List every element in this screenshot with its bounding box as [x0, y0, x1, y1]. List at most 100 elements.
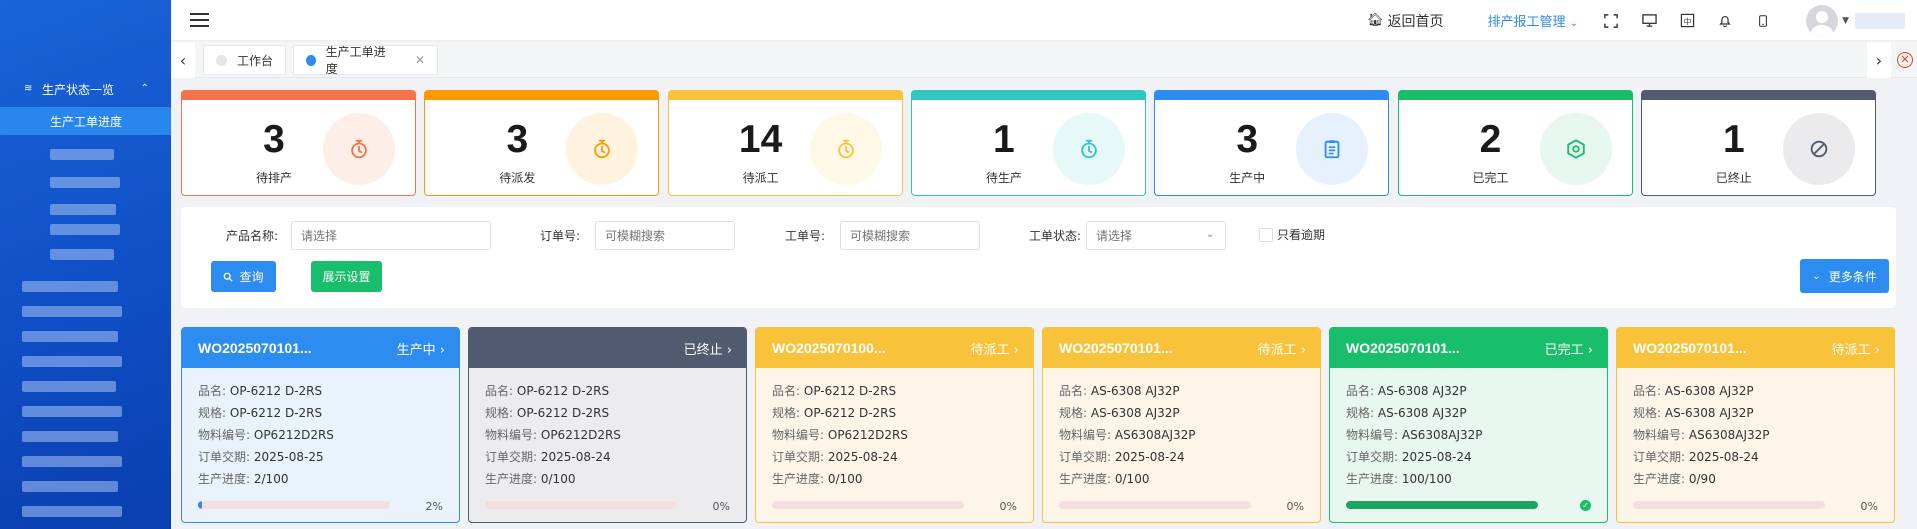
card-key: 品名: — [1346, 384, 1375, 398]
mobile-icon[interactable] — [1754, 12, 1772, 30]
card-header[interactable]: WO2025070101... 生产中 › — [182, 328, 459, 368]
stat-card[interactable]: 1 已终止 — [1640, 90, 1876, 196]
sidebar-item-obscured[interactable] — [22, 281, 118, 292]
sidebar-item-obscured[interactable] — [50, 204, 116, 215]
card-row-spec: 规格: AS-6308 AJ32P — [1633, 402, 1878, 424]
sidebar-item-obscured[interactable] — [22, 481, 118, 492]
caret-down-icon[interactable]: ▼ — [1842, 16, 1849, 26]
card-value: AS-6308 AJ32P — [1664, 384, 1754, 398]
stat-count: 2 — [1479, 118, 1502, 161]
tab-production-progress[interactable]: 生产工单进度 ✕ — [293, 45, 438, 76]
status-select[interactable] — [1086, 221, 1226, 250]
home-link[interactable]: 🏠︎ 返回首页 — [1367, 11, 1444, 31]
stat-label: 待排产 — [255, 171, 292, 185]
sidebar-group-label: 生产状态一览 — [42, 82, 115, 97]
sidebar-item-active[interactable]: 生产工单进度 — [0, 107, 171, 135]
work-order-card[interactable]: WO2025070101... 生产中 › 品名: OP-6212 D-2RS 规… — [181, 327, 460, 523]
tab-scroll-left-icon[interactable]: ‹ — [171, 42, 195, 78]
chevron-right-icon: › — [726, 342, 732, 358]
card-header[interactable]: WO2025070101... 待派工 › — [1617, 328, 1894, 368]
card-status[interactable]: 生产中 › — [397, 339, 445, 358]
sidebar-item-obscured[interactable] — [22, 456, 122, 467]
card-status-label: 待派工 — [970, 342, 1010, 358]
card-header[interactable]: WO2025070100... 待派工 › — [756, 328, 1033, 368]
tabs-bar: ‹ 工作台 生产工单进度 ✕ › ✕ — [171, 42, 1917, 78]
card-status[interactable]: 待派工 › — [1258, 339, 1306, 358]
sidebar-item-obscured[interactable] — [22, 431, 118, 442]
checkbox-box[interactable] — [1259, 227, 1273, 242]
stat-card[interactable]: 1 待生产 — [910, 90, 1146, 196]
more-conditions-label: 更多条件 — [1828, 269, 1877, 284]
work-order-number: WO2025070101... — [1346, 340, 1460, 356]
tab-workbench[interactable]: 工作台 — [203, 45, 286, 75]
sidebar-item-obscured[interactable] — [50, 149, 114, 160]
card-row-material: 物料编号: AS6308AJ32P — [1633, 424, 1878, 446]
more-conditions-button[interactable]: ⌄ 更多条件 — [1800, 259, 1889, 293]
sidebar-item-obscured[interactable] — [22, 356, 122, 367]
card-key: 规格: — [198, 406, 227, 420]
tab-scroll-right-icon[interactable]: › — [1867, 42, 1891, 78]
work-order-input[interactable] — [840, 221, 980, 250]
card-row-progress: 生产进度: 2/100 — [198, 468, 443, 490]
stat-card[interactable]: 3 待排产 — [181, 90, 416, 196]
card-value: OP6212D2RS — [253, 428, 334, 442]
product-select[interactable] — [291, 221, 491, 250]
sidebar-item-obscured[interactable] — [22, 506, 122, 517]
stat-card[interactable]: 3 待派发 — [424, 90, 660, 196]
card-status[interactable]: 待派工 › — [1832, 339, 1880, 358]
card-header[interactable]: WO2025070101... 已完工 › — [1330, 328, 1607, 368]
stat-label: 待派发 — [499, 171, 536, 185]
card-value: 0/100 — [540, 472, 576, 486]
card-row-spec: 规格: AS-6308 AJ32P — [1059, 402, 1304, 424]
card-row-progress: 生产进度: 100/100 — [1346, 468, 1591, 490]
sidebar-item-obscured[interactable] — [22, 381, 116, 392]
work-order-card[interactable]: 已终止 › 品名: OP-6212 D-2RS 规格: OP-6212 D-2RS… — [468, 327, 747, 523]
stat-card[interactable]: 3 生产中 — [1154, 90, 1390, 196]
order-input[interactable] — [595, 221, 735, 250]
card-status[interactable]: 已终止 › — [684, 339, 732, 358]
sidebar-item-obscured[interactable] — [22, 306, 122, 317]
monitor-icon[interactable] — [1640, 12, 1658, 30]
card-header[interactable]: 已终止 › — [469, 328, 746, 368]
card-row-name: 品名: AS-6308 AJ32P — [1059, 380, 1304, 402]
card-status[interactable]: 已完工 › — [1545, 339, 1593, 358]
chevron-right-icon: › — [439, 342, 445, 358]
sidebar-item-obscured[interactable] — [22, 406, 122, 417]
sidebar-group-production-status[interactable]: ≋ 生产状态一览 ⌃ — [0, 78, 171, 100]
card-status-label: 待派工 — [1257, 342, 1297, 358]
bell-icon[interactable] — [1716, 12, 1734, 30]
clipboard-icon — [1296, 113, 1369, 185]
card-status[interactable]: 待派工 › — [971, 339, 1019, 358]
sidebar-item-obscured[interactable] — [50, 249, 114, 260]
close-all-tabs-icon[interactable]: ✕ — [1897, 52, 1913, 68]
query-button-label: 查询 — [239, 270, 264, 284]
close-tab-icon[interactable]: ✕ — [415, 53, 425, 67]
work-order-card[interactable]: WO2025070100... 待派工 › 品名: OP-6212 D-2RS 规… — [755, 327, 1034, 523]
stat-label: 已终止 — [1715, 171, 1752, 185]
module-dropdown[interactable]: 排产报工管理 ⌄ — [1488, 11, 1579, 30]
work-order-card[interactable]: WO2025070101... 待派工 › 品名: AS-6308 AJ32P 规… — [1042, 327, 1321, 523]
query-button[interactable]: 查询 — [211, 261, 276, 292]
language-icon[interactable]: 中 — [1678, 12, 1696, 30]
avatar[interactable] — [1806, 4, 1839, 37]
progress-fill — [198, 501, 202, 509]
stopwatch-icon — [809, 113, 882, 185]
stopwatch-icon — [1052, 113, 1125, 185]
menu-toggle-icon[interactable] — [190, 13, 209, 27]
sidebar-item-obscured[interactable] — [50, 224, 120, 235]
display-settings-button[interactable]: 展示设置 — [311, 261, 382, 292]
card-body: 品名: OP-6212 D-2RS 规格: OP-6212 D-2RS 物料编号: … — [756, 368, 1033, 490]
fullscreen-icon[interactable] — [1602, 12, 1620, 30]
sidebar-item-obscured[interactable] — [22, 331, 118, 342]
card-header[interactable]: WO2025070101... 待派工 › — [1043, 328, 1320, 368]
user-name-obscured[interactable] — [1855, 12, 1905, 29]
sidebar-item-obscured[interactable] — [50, 177, 120, 188]
overdue-checkbox[interactable]: 只看逾期 — [1259, 226, 1325, 243]
progress-percent: 0% — [712, 500, 730, 513]
card-key: 物料编号: — [1633, 428, 1686, 442]
work-order-card[interactable]: WO2025070101... 待派工 › 品名: AS-6308 AJ32P 规… — [1616, 327, 1895, 523]
stat-card[interactable]: 14 待派工 — [667, 90, 903, 196]
home-label: 返回首页 — [1387, 13, 1444, 30]
stat-card[interactable]: 2 已完工 — [1397, 90, 1633, 196]
work-order-card[interactable]: WO2025070101... 已完工 › 品名: AS-6308 AJ32P 规… — [1329, 327, 1608, 523]
